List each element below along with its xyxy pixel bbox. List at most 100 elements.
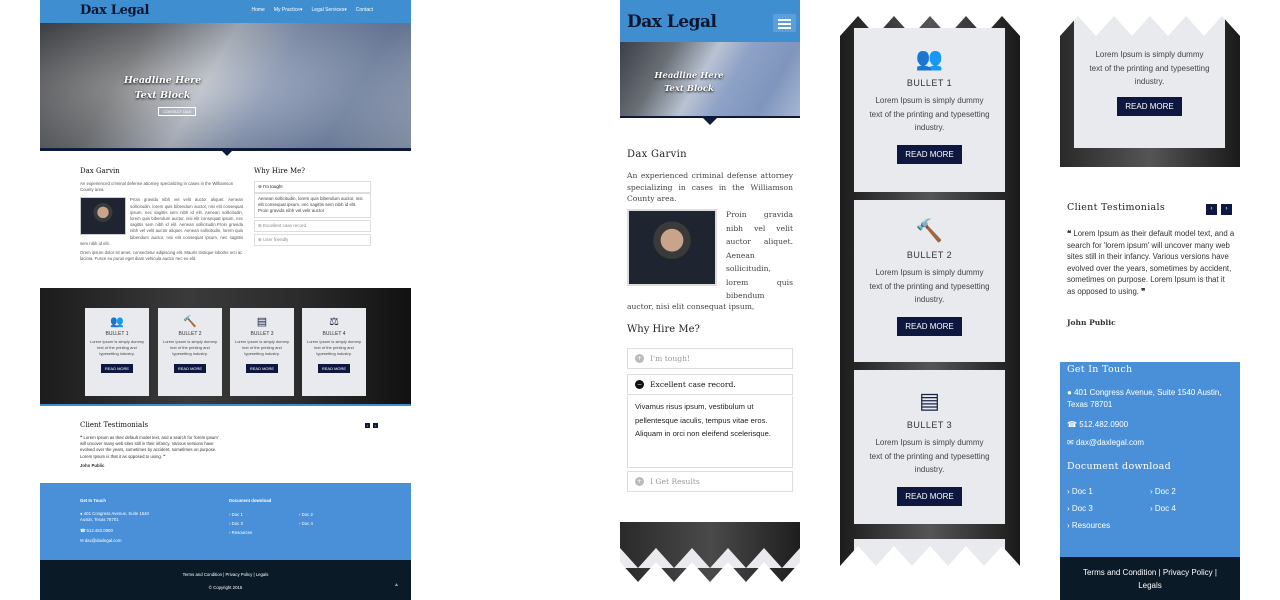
read-more-button[interactable]: READ MORE (897, 144, 962, 164)
phone-text[interactable]: 512.482.0900 (1079, 420, 1128, 429)
nav-practice[interactable]: My Practice▾ (274, 7, 303, 13)
hero-line-2: Text Block (134, 90, 191, 101)
testimonial-text: Lorem Ipsum as their default model text,… (80, 435, 219, 459)
doc-link-resources[interactable]: › Resources (1067, 520, 1110, 532)
mobile-nav: Dax Legal (620, 0, 800, 42)
footer-blue: Get In Touch ● 401 Congress Avenue, Suit… (40, 483, 411, 560)
why-title: Why Hire Me? (627, 324, 700, 335)
read-more-button[interactable]: READ MORE (1117, 96, 1182, 116)
hero-notch (703, 118, 717, 125)
doc-link-3[interactable]: › Doc 3 (1067, 503, 1093, 515)
read-more-button[interactable]: READ MORE (317, 364, 351, 373)
logo[interactable]: Dax Legal (627, 12, 717, 32)
nav-home[interactable]: Home (251, 7, 264, 13)
bullet-text: Lorem Ipsum is simply dummy text of the … (869, 96, 990, 132)
next-arrow-button[interactable]: › (372, 423, 378, 428)
doc-label: Doc 1 (231, 512, 243, 517)
about-name: Dax Garvin (627, 149, 687, 160)
terms-link[interactable]: Terms and Condition (183, 572, 222, 577)
bullets-section: 👥 BULLET 1 Lorem Ipsum is simply dummy t… (40, 288, 411, 406)
legals-link[interactable]: Legals (256, 572, 269, 577)
nav-practice-label: My Practice (273, 7, 300, 13)
read-more-button[interactable]: READ MORE (173, 364, 207, 373)
bullet-text: Lorem Ipsum is simply dummy text of the … (89, 339, 144, 356)
quote-close-icon: ❞ (161, 453, 166, 459)
read-more-button[interactable]: READ MORE (897, 486, 962, 506)
hero-line-1: Headline Here (123, 75, 202, 86)
about-bio-2: Orem ipsum dolor sit amet, consectetur a… (80, 250, 243, 262)
accordion-label: User friendly (263, 236, 289, 242)
nav-contact[interactable]: Contact (356, 7, 373, 13)
accordion-item-tough[interactable]: ⊖ I'm tough! (254, 181, 371, 193)
bullet-title: BULLET 2 (906, 250, 953, 260)
read-more-button[interactable]: READ MORE (897, 316, 962, 336)
contact-address: ● 401 Congress Avenue, Suite 1540 Austin… (1067, 387, 1235, 411)
privacy-link[interactable]: Privacy Policy (1163, 568, 1213, 577)
doc-link-resources[interactable]: › Resources (229, 530, 252, 535)
bullet-text: Lorem Ipsum is simply dummy text of the … (869, 268, 990, 304)
logo[interactable]: Dax Legal (80, 3, 149, 18)
next-arrow-button[interactable]: › (1221, 204, 1232, 215)
bullet-card-4: ⚖ BULLET 4 Lorem Ipsum is simply dummy t… (302, 308, 366, 396)
doc-label: Doc 2 (301, 512, 313, 517)
doc-label: Doc 1 (1071, 487, 1093, 496)
testimonial-quote: ❝ Lorem Ipsum as their default model tex… (80, 435, 220, 460)
testimonial-author: John Public (80, 462, 105, 468)
bullet-text: Lorem Ipsum is simply dummy text of the … (234, 339, 289, 356)
terms-link[interactable]: Terms and Condition (1083, 568, 1156, 577)
hamburger-menu-icon[interactable] (773, 14, 796, 32)
privacy-link[interactable]: Privacy Policy (226, 572, 253, 577)
hero-notch (222, 151, 232, 156)
about-bio-cont: auctor, nisi elit consequat ipsum, (627, 302, 755, 311)
read-more-button[interactable]: READ MORE (100, 364, 134, 373)
doc-label: Resources (231, 530, 253, 535)
contact-phone: ☎ 512.482.0900 (1067, 419, 1128, 431)
email-link[interactable]: dax@daxlegal.com (85, 538, 122, 543)
doc-label: Doc 4 (301, 521, 313, 526)
read-more-button[interactable]: READ MORE (245, 364, 279, 373)
email-link[interactable]: dax@daxlegal.com (1076, 438, 1144, 447)
doc-link-1[interactable]: › Doc 1 (1067, 486, 1093, 498)
prev-arrow-button[interactable]: ‹ (364, 423, 370, 428)
doc-label: Resources (1071, 521, 1111, 530)
top-nav: Dax Legal Home My Practice▾ Legal Servic… (40, 0, 411, 23)
legals-link[interactable]: Legals (1138, 581, 1162, 590)
phone-icon: ☎ (1067, 420, 1080, 429)
accordion-item-excellent[interactable]: − Excellent case record. (627, 374, 793, 395)
accordion-item-tough[interactable]: + I'm tough! (627, 348, 793, 369)
accordion-item-results[interactable]: + I Get Results (627, 471, 793, 492)
doc-label: Doc 2 (1154, 487, 1176, 496)
about-name: Dax Garvin (80, 167, 120, 175)
accordion-item-excellent[interactable]: ⊕ Excellent case record. (254, 219, 371, 232)
mobile-preview-3: Lorem Ipsum is simply dummy text of the … (1060, 14, 1240, 600)
phone-text[interactable]: 512.482.0900 (87, 528, 113, 533)
document-icon: ▤ (256, 316, 268, 328)
hero-line-1: Headline Here (654, 71, 724, 81)
bullet-card-3: ▤ BULLET 3 Lorem Ipsum is simply dummy t… (230, 308, 294, 396)
accordion-label: Excellent case record. (650, 380, 736, 389)
doc-link-4[interactable]: › Doc 4 (1150, 503, 1176, 515)
chevron-down-icon: ▾ (344, 7, 347, 13)
contact-email: ✉ dax@daxlegal.com (1067, 437, 1144, 449)
doc-link-1[interactable]: › Doc 1 (229, 512, 243, 517)
bullet-title: BULLET 4 (322, 331, 346, 337)
doc-link-2[interactable]: › Doc 2 (1150, 486, 1176, 498)
accordion-item-friendly[interactable]: ⊕ User friendly (254, 233, 371, 246)
torn-edge (620, 562, 800, 600)
plus-circle-icon: + (635, 354, 644, 363)
contact-dax-button[interactable]: CONTACT DAX (158, 107, 197, 116)
gavel-icon: 🔨 (915, 218, 944, 243)
bullet-card-2: 🔨 BULLET 2 Lorem Ipsum is simply dummy t… (158, 308, 222, 396)
prev-arrow-button[interactable]: ‹ (1206, 204, 1217, 215)
back-to-top-icon[interactable]: ▲ (394, 582, 399, 588)
nav-services[interactable]: Legal Services▾ (311, 7, 346, 13)
testimonials-title: Client Testimonials (80, 421, 149, 429)
nav-menu: Home My Practice▾ Legal Services▾ Contac… (251, 7, 373, 13)
hero-headline: Headline Here Text Block (620, 70, 758, 96)
minus-circle-icon: − (635, 380, 644, 389)
doc-link-2[interactable]: › Doc 2 (299, 512, 313, 517)
doc-link-3[interactable]: › Doc 3 (229, 521, 243, 526)
doc-link-4[interactable]: › Doc 4 (299, 521, 313, 526)
accordion-label: Excellent case record. (263, 222, 308, 228)
hero-headline: Headline Here Text Block (40, 73, 285, 103)
